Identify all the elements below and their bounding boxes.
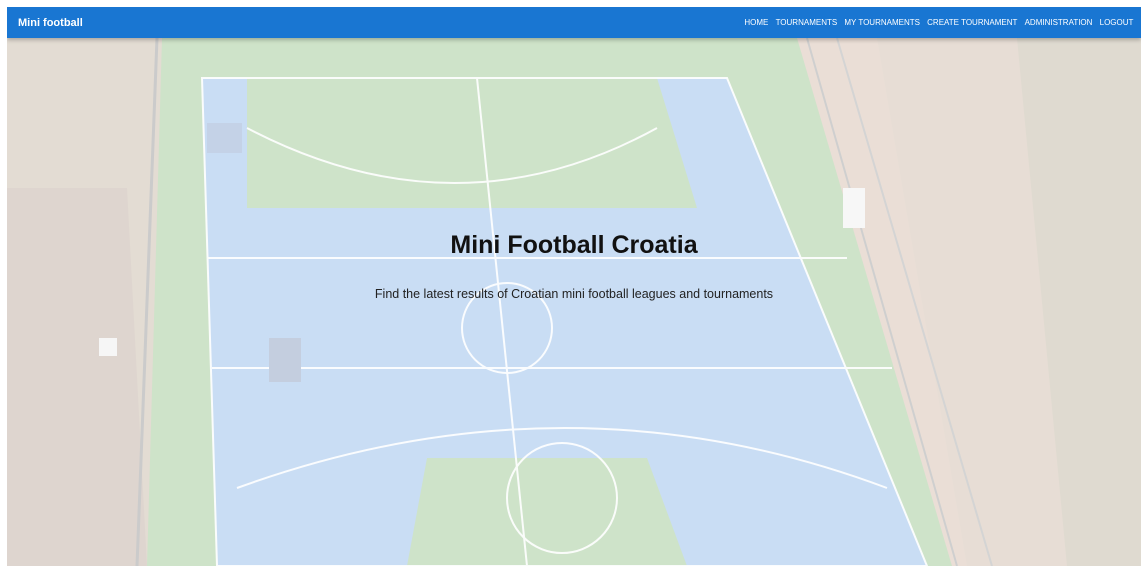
hero-subtitle: Find the latest results of Croatian mini… — [374, 287, 774, 301]
hero-section: Mini Football Croatia Find the latest re… — [7, 38, 1141, 566]
main-nav: HOME TOURNAMENTS MY TOURNAMENTS CREATE T… — [741, 18, 1141, 27]
brand-link[interactable]: Mini football — [7, 17, 83, 29]
hero-overlay — [7, 38, 1141, 566]
hero-title: Mini Football Croatia — [450, 231, 698, 259]
nav-administration[interactable]: ADMINISTRATION — [1021, 18, 1096, 27]
nav-tournaments[interactable]: TOURNAMENTS — [772, 18, 841, 27]
nav-logout[interactable]: LOGOUT — [1096, 18, 1137, 27]
app-bar: Mini football HOME TOURNAMENTS MY TOURNA… — [7, 7, 1141, 38]
nav-create-tournament[interactable]: CREATE TOURNAMENT — [924, 18, 1021, 27]
nav-my-tournaments[interactable]: MY TOURNAMENTS — [841, 18, 924, 27]
app-frame: Mini football HOME TOURNAMENTS MY TOURNA… — [7, 7, 1141, 566]
nav-home[interactable]: HOME — [741, 18, 772, 27]
